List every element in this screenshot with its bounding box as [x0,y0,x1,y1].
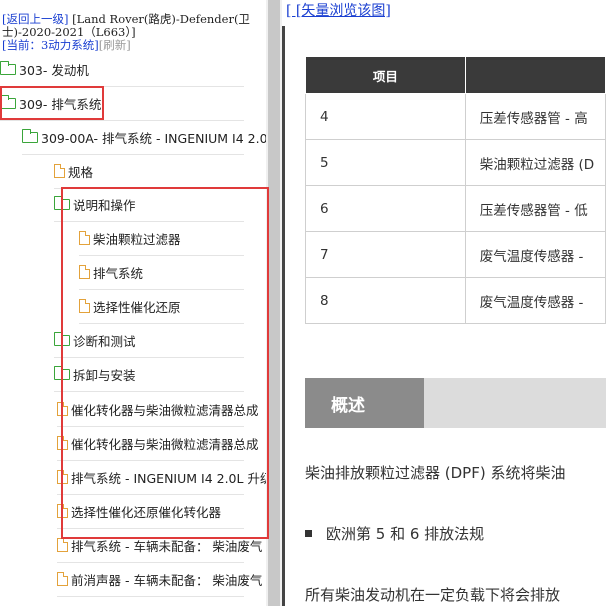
table-cell-description: 柴油颗粒过滤器 (D [464,139,606,186]
paragraph-dpf: 柴油排放颗粒过滤器 (DPF) 系统将柴油 [305,464,566,482]
table-row: 7 废气温度传感器 - [305,231,606,278]
table-row: 5 柴油颗粒过滤器 (D [305,139,606,186]
highlight-box-exhaust [0,86,104,120]
current-label: [当前：3动力系统] [2,38,99,52]
tree-item[interactable]: 309-00A- 排气系统 - INGENIUM I4 2.0L [22,120,266,154]
tree-item-label: 303- 发动机 [19,62,89,78]
spec-table: 项目 4 压差传感器管 - 高 5 柴油颗粒过滤器 (D 6 压差传感器管 - 低 7 废气温… [305,56,606,324]
overview-heading: 概述 [305,378,424,428]
back-link[interactable]: [返回上一级] [2,12,68,26]
tree-item[interactable]: 前消声器 - 车辆未配备： 柴油废气 [57,562,262,596]
tree-item-label: 规格 [68,164,94,180]
table-header-description [464,56,606,94]
bullet-dot [305,530,312,537]
table-cell-item: 5 [305,139,466,186]
bullet-euro-standard: 欧洲第 5 和 6 排放法规 [326,525,485,543]
table-row: 6 压差传感器管 - 低 [305,185,606,232]
table-cell-description: 压差传感器管 - 高 [464,93,606,140]
table-cell-item: 4 [305,93,466,140]
tree-header: [返回上一级] [Land Rover(路虎)-Defender(卫 士)-202… [2,13,264,52]
tree-item[interactable]: 303- 发动机 [0,52,89,86]
tree-item[interactable]: 规格 [54,154,93,188]
table-cell-item: 8 [305,277,466,324]
refresh-link[interactable]: [刷新] [99,38,131,52]
highlight-box-children [61,187,269,539]
document-icon [54,164,65,178]
content-left-border [282,26,285,606]
table-cell-item: 6 [305,185,466,232]
table-row: 8 废气温度传感器 - [305,277,606,324]
vector-view-link[interactable]: [ [矢量浏览该图] [286,0,391,20]
folder-icon [22,128,38,143]
table-cell-description: 废气温度传感器 - [464,231,606,278]
document-icon [57,572,68,586]
tree-scrollbar-thumb[interactable] [268,0,280,606]
table-header-item: 项目 [305,56,466,94]
tree-item-label: 309-00A- 排气系统 - INGENIUM I4 2.0L [41,130,266,146]
paragraph-diesel-engine: 所有柴油发动机在一定负载下将会排放 [305,586,561,604]
table-row: 4 压差传感器管 - 高 [305,93,606,140]
table-cell-description: 压差传感器管 - 低 [464,185,606,232]
table-cell-description: 废气温度传感器 - [464,277,606,324]
folder-icon [0,60,16,75]
document-icon [57,538,68,552]
tree-separator [57,596,244,597]
tree-item-label: 前消声器 - 车辆未配备： 柴油废气 [71,572,263,588]
table-cell-item: 7 [305,231,466,278]
